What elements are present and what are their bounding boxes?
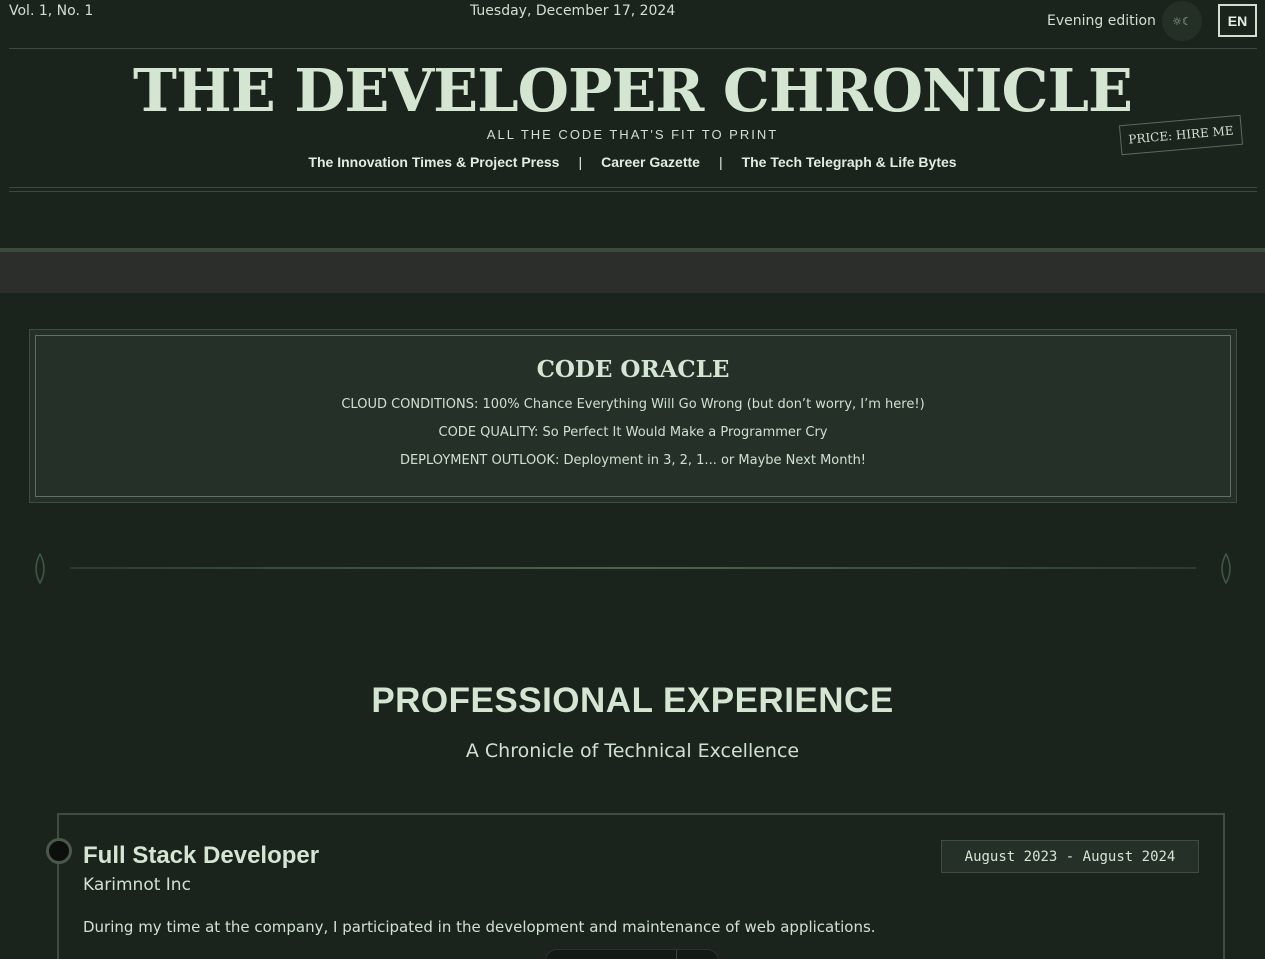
nav-link-innovation-times[interactable]: The Innovation Times & Project Press <box>308 154 559 170</box>
content-strip <box>0 252 1265 293</box>
nav-separator: | <box>718 154 723 170</box>
oracle-panel: CODE ORACLE CLOUD CONDITIONS: 100% Chanc… <box>35 335 1231 497</box>
nav-link-career-gazette[interactable]: Career Gazette <box>601 154 700 170</box>
job-title: Full Stack Developer <box>83 842 320 869</box>
job-card <box>57 813 1225 959</box>
nav-link-tech-telegraph[interactable]: The Tech Telegraph & Life Bytes <box>742 154 957 170</box>
experience-title: PROFESSIONAL EXPERIENCE <box>371 681 894 720</box>
job-company: Karimnot Inc <box>83 875 191 895</box>
oracle-cloud-line: CLOUD CONDITIONS: 100% Chance Everything… <box>341 397 925 412</box>
language-button[interactable]: EN <box>1218 4 1257 37</box>
masthead-tagline: ALL THE CODE THAT'S FIT TO PRINT <box>486 127 779 142</box>
theme-toggle-button[interactable]: ☼☾ <box>1162 1 1202 41</box>
volume-label: Vol. 1, No. 1 <box>9 3 94 19</box>
timeline-dot-icon <box>46 838 72 864</box>
experience-subtitle: A Chronicle of Technical Excellence <box>465 740 800 762</box>
job-date-badge: August 2023 - August 2024 <box>941 840 1199 873</box>
sun-moon-icon: ☼☾ <box>1172 14 1192 28</box>
job-description: During my time at the company, I partici… <box>83 918 876 936</box>
header-rule <box>9 48 1257 49</box>
header-double-rule <box>9 191 1257 192</box>
tech-pill[interactable] <box>545 949 719 959</box>
divider-line <box>70 567 1196 569</box>
left-diamond-icon <box>35 553 45 585</box>
oracle-deploy-line: DEPLOYMENT OUTLOOK: Deployment in 3, 2, … <box>399 453 867 468</box>
main-nav: The Innovation Times & Project Press | Car… <box>0 154 1265 170</box>
right-diamond-icon <box>1221 553 1231 585</box>
nav-separator: | <box>578 154 583 170</box>
edition-label: Evening edition <box>1047 13 1156 29</box>
top-bar: Vol. 1, No. 1 Tuesday, December 17, 2024… <box>0 0 1265 44</box>
header-double-rule <box>9 187 1257 188</box>
oracle-title: CODE ORACLE <box>536 356 730 383</box>
ornament-divider <box>35 553 1231 585</box>
oracle-quality-line: CODE QUALITY: So Perfect It Would Make a… <box>438 425 828 440</box>
date-label: Tuesday, December 17, 2024 <box>470 3 676 19</box>
masthead-title: THE DEVELOPER CHRONICLE <box>133 56 1133 125</box>
